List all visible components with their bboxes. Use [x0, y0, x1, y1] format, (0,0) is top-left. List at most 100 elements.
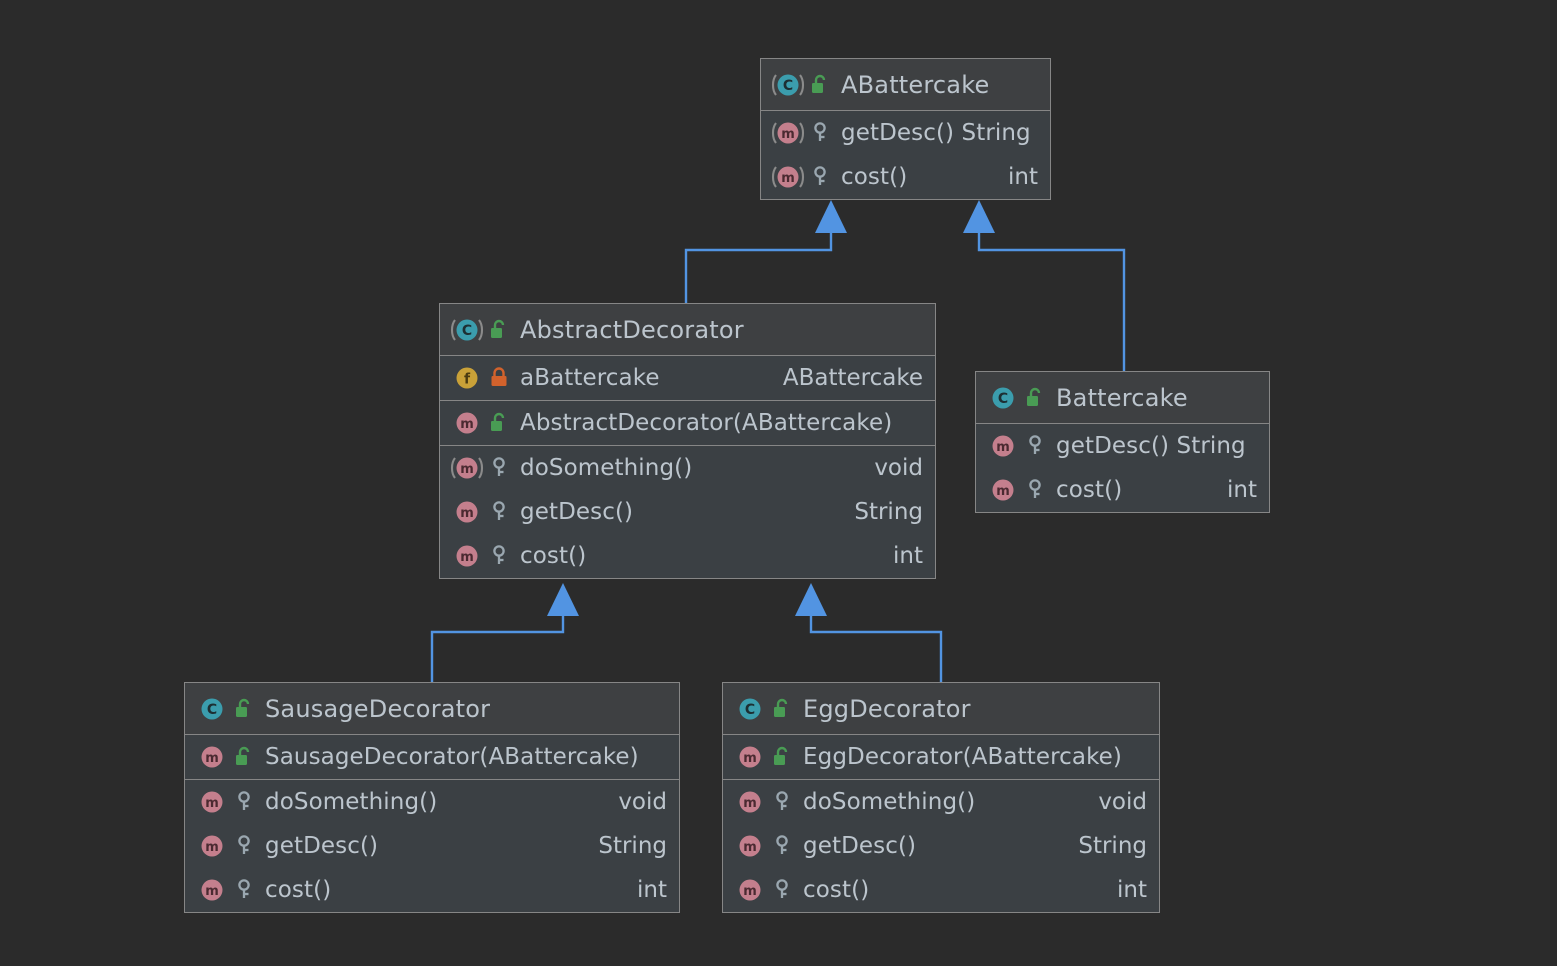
public-unlock-icon — [1022, 385, 1048, 411]
member-row[interactable]: m doSomething() void — [440, 446, 935, 490]
class-name-label: ABattercake — [841, 70, 990, 99]
protected-key-icon — [231, 833, 257, 859]
member-row[interactable]: m getDesc() String — [761, 111, 1050, 155]
edge-eggdecorator-to-abstractdecorator — [809, 598, 943, 682]
member-name-label: cost() — [1056, 477, 1123, 503]
class-name-label: EggDecorator — [803, 694, 971, 723]
member-type-label: int — [1008, 164, 1038, 190]
svg-text:m: m — [781, 127, 795, 142]
protected-key-icon — [1022, 477, 1048, 503]
member-type-label: String — [1078, 833, 1147, 859]
member-row[interactable]: m doSomething() void — [185, 780, 679, 824]
svg-text:C: C — [207, 702, 217, 718]
abstract-method-icon: m — [771, 163, 805, 191]
member-row[interactable]: m getDesc() String — [723, 824, 1159, 868]
class-section-constructors: m EggDecorator(ABattercake) — [723, 735, 1159, 779]
protected-key-icon — [769, 833, 795, 859]
class-header-abstractdecorator[interactable]: C AbstractDecorator — [440, 304, 935, 356]
member-name-label: SausageDecorator(ABattercake) — [265, 744, 639, 770]
class-header-abattercake[interactable]: C ABattercake — [761, 59, 1050, 111]
protected-key-icon — [1022, 433, 1048, 459]
class-header-eggdecorator[interactable]: C EggDecorator — [723, 683, 1159, 735]
method-icon: m — [450, 409, 484, 437]
svg-text:f: f — [464, 371, 471, 387]
member-row[interactable]: m getDesc() String — [976, 424, 1269, 468]
member-name-label: aBattercake — [520, 365, 660, 391]
uml-class-abattercake[interactable]: C ABattercake m getDesc() String m cost(… — [760, 58, 1051, 200]
member-name-label: doSomething() — [520, 455, 693, 481]
public-unlock-icon — [486, 410, 512, 436]
arrowhead-abattercake-left — [815, 200, 847, 233]
class-section-methods: m getDesc() String m cost() int — [976, 424, 1269, 512]
svg-text:m: m — [205, 751, 219, 766]
diagram-canvas[interactable]: C ABattercake m getDesc() String m cost(… — [0, 0, 1557, 966]
member-name-label: cost() — [803, 877, 870, 903]
protected-key-icon — [769, 877, 795, 903]
member-name-label: getDesc() — [803, 833, 917, 859]
member-row[interactable]: m doSomething() void — [723, 780, 1159, 824]
svg-text:m: m — [743, 884, 757, 899]
member-row[interactable]: m cost() int — [976, 468, 1269, 512]
uml-class-eggdecorator[interactable]: C EggDecorator m EggDecorator(ABattercak… — [722, 682, 1160, 913]
member-row[interactable]: m cost() int — [761, 155, 1050, 199]
svg-text:m: m — [781, 171, 795, 186]
member-row[interactable]: f aBattercake ABattercake — [440, 356, 935, 400]
svg-text:m: m — [205, 796, 219, 811]
member-row[interactable]: m SausageDecorator(ABattercake) — [185, 735, 679, 779]
arrowhead-abattercake-right — [963, 200, 995, 233]
abstract-method-icon: m — [450, 454, 484, 482]
member-row[interactable]: m AbstractDecorator(ABattercake) — [440, 401, 935, 445]
method-icon: m — [986, 432, 1020, 460]
protected-key-icon — [486, 455, 512, 481]
method-icon: m — [733, 743, 767, 771]
class-section-methods: m doSomething() void m getDesc() String … — [185, 779, 679, 912]
private-lock-icon — [486, 365, 512, 391]
class-header-battercake[interactable]: C Battercake — [976, 372, 1269, 424]
member-type-label: int — [1117, 877, 1147, 903]
member-name-label: cost() — [265, 877, 332, 903]
protected-key-icon — [807, 120, 833, 146]
member-row[interactable]: m cost() int — [440, 534, 935, 578]
method-icon: m — [195, 832, 229, 860]
method-icon: m — [733, 788, 767, 816]
svg-text:m: m — [996, 440, 1010, 455]
public-unlock-icon — [231, 696, 257, 722]
member-type-label: int — [1227, 477, 1257, 503]
svg-text:m: m — [460, 506, 474, 521]
protected-key-icon — [231, 877, 257, 903]
method-icon: m — [450, 542, 484, 570]
public-unlock-icon — [486, 317, 512, 343]
arrowhead-abstractdecorator-right — [795, 583, 827, 616]
public-unlock-icon — [769, 696, 795, 722]
class-icon: C — [986, 384, 1020, 412]
member-row[interactable]: m cost() int — [185, 868, 679, 912]
svg-text:C: C — [783, 78, 793, 94]
protected-key-icon — [486, 543, 512, 569]
class-header-sausagedecorator[interactable]: C SausageDecorator — [185, 683, 679, 735]
member-row[interactable]: m getDesc() String — [185, 824, 679, 868]
abstract-method-icon: m — [771, 119, 805, 147]
member-name-label: getDesc() String — [1056, 433, 1246, 459]
class-section-methods: m doSomething() void m getDesc() String … — [440, 445, 935, 578]
method-icon: m — [450, 498, 484, 526]
class-icon: C — [733, 695, 767, 723]
svg-text:C: C — [998, 391, 1008, 407]
member-row[interactable]: m getDesc() String — [440, 490, 935, 534]
member-type-label: String — [854, 499, 923, 525]
member-name-label: EggDecorator(ABattercake) — [803, 744, 1122, 770]
member-type-label: void — [618, 789, 667, 815]
class-name-label: AbstractDecorator — [520, 315, 744, 344]
svg-text:C: C — [745, 702, 755, 718]
svg-text:m: m — [743, 840, 757, 855]
svg-text:m: m — [996, 484, 1010, 499]
uml-class-sausagedecorator[interactable]: C SausageDecorator m SausageDecorator(AB… — [184, 682, 680, 913]
member-row[interactable]: m cost() int — [723, 868, 1159, 912]
svg-text:m: m — [205, 884, 219, 899]
uml-class-battercake[interactable]: C Battercake m getDesc() String m cost()… — [975, 371, 1270, 513]
uml-class-abstractdecorator[interactable]: C AbstractDecorator f aBattercake ABatte… — [439, 303, 936, 579]
field-icon: f — [450, 364, 484, 392]
arrowhead-abstractdecorator-left — [547, 583, 579, 616]
member-name-label: doSomething() — [803, 789, 976, 815]
member-row[interactable]: m EggDecorator(ABattercake) — [723, 735, 1159, 779]
class-section-methods: m getDesc() String m cost() int — [761, 111, 1050, 199]
